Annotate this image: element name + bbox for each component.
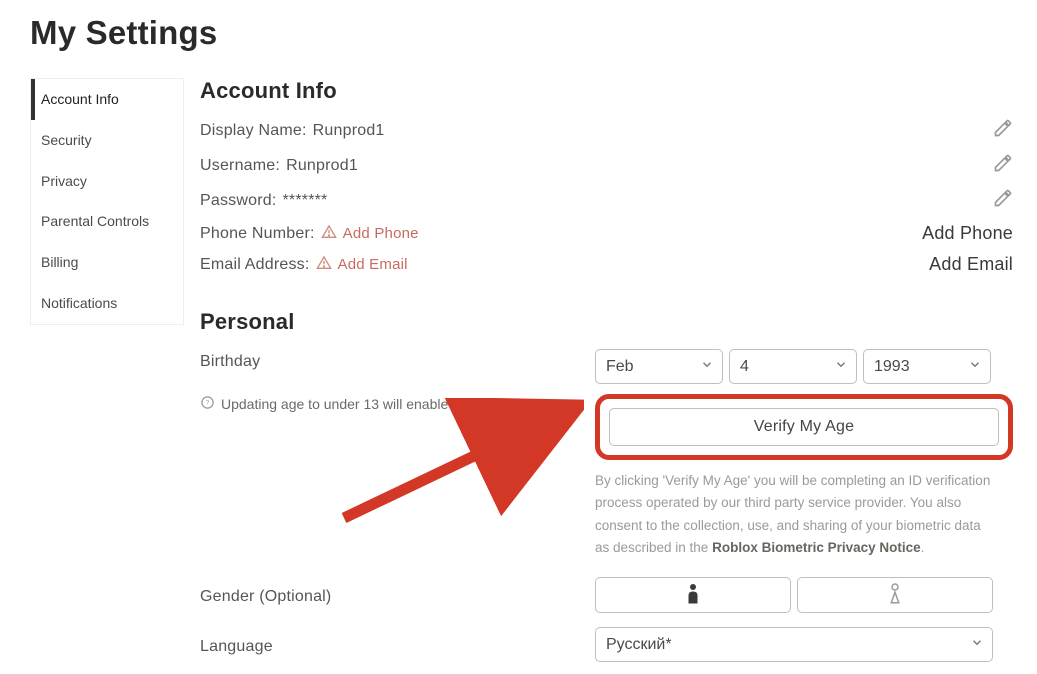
username-value: Runprod1	[286, 157, 358, 175]
add-phone-button[interactable]: Add Phone	[922, 223, 1013, 244]
gender-row: Gender (Optional)	[200, 577, 1013, 613]
verify-age-highlight: Verify My Age	[595, 394, 1013, 460]
sidebar-item-notifications[interactable]: Notifications	[31, 283, 183, 324]
female-icon	[886, 582, 904, 609]
warning-icon	[316, 255, 332, 275]
birthday-label: Birthday	[200, 349, 595, 371]
age-notice-text: Updating age to under 13 will enable Pri…	[221, 396, 541, 412]
sidebar-item-privacy[interactable]: Privacy	[31, 161, 183, 202]
birthday-day-value: 4	[740, 358, 749, 376]
gender-buttons	[595, 577, 993, 613]
birthday-row: Birthday ? Updating age to under 13 will…	[200, 349, 1013, 559]
phone-label: Phone Number:	[200, 225, 315, 243]
gender-male-button[interactable]	[595, 577, 791, 613]
personal-heading: Personal	[200, 309, 1013, 335]
biometric-privacy-notice-link[interactable]: Roblox Biometric Privacy Notice	[712, 540, 921, 555]
password-label: Password:	[200, 192, 277, 210]
add-phone-link-text: Add Phone	[343, 225, 419, 242]
edit-password-icon[interactable]	[993, 188, 1013, 213]
info-icon: ?	[200, 395, 215, 413]
birthday-selects: Feb 4 1993	[595, 349, 1013, 384]
main-content: Account Info Display Name: Runprod1 User…	[184, 78, 1037, 674]
settings-sidebar: Account Info Security Privacy Parental C…	[30, 78, 184, 325]
chevron-down-icon	[968, 357, 982, 376]
birthday-day-select[interactable]: 4	[729, 349, 857, 384]
gender-female-button[interactable]	[797, 577, 993, 613]
svg-text:?: ?	[206, 399, 210, 406]
chevron-down-icon	[700, 357, 714, 376]
birthday-month-value: Feb	[606, 358, 634, 376]
sidebar-item-security[interactable]: Security	[31, 120, 183, 161]
birthday-year-value: 1993	[874, 358, 910, 376]
add-email-link-text: Add Email	[338, 256, 408, 273]
email-row: Email Address: Add Email Add Email	[200, 254, 1013, 275]
add-email-link[interactable]: Add Email	[316, 255, 408, 275]
sidebar-item-billing[interactable]: Billing	[31, 242, 183, 283]
male-icon	[684, 582, 702, 609]
sidebar-item-parental-controls[interactable]: Parental Controls	[31, 201, 183, 242]
password-row: Password: *******	[200, 188, 1013, 213]
verify-my-age-button[interactable]: Verify My Age	[609, 408, 999, 446]
age-notice: ? Updating age to under 13 will enable P…	[200, 395, 595, 413]
verify-disclaimer: By clicking 'Verify My Age' you will be …	[595, 470, 993, 559]
disclaimer-part2: .	[921, 540, 925, 555]
username-label: Username:	[200, 157, 280, 175]
birthday-month-select[interactable]: Feb	[595, 349, 723, 384]
settings-layout: Account Info Security Privacy Parental C…	[0, 78, 1037, 674]
birthday-year-select[interactable]: 1993	[863, 349, 991, 384]
display-name-value: Runprod1	[313, 122, 385, 140]
add-phone-link[interactable]: Add Phone	[321, 224, 419, 244]
username-row: Username: Runprod1	[200, 153, 1013, 178]
display-name-label: Display Name:	[200, 122, 307, 140]
phone-row: Phone Number: Add Phone Add Phone	[200, 223, 1013, 244]
edit-display-name-icon[interactable]	[993, 118, 1013, 143]
add-email-button[interactable]: Add Email	[929, 254, 1013, 275]
page-title: My Settings	[30, 14, 1037, 52]
display-name-row: Display Name: Runprod1	[200, 118, 1013, 143]
warning-icon	[321, 224, 337, 244]
chevron-down-icon	[834, 357, 848, 376]
password-value: *******	[283, 192, 328, 210]
email-label: Email Address:	[200, 256, 310, 274]
gender-label: Gender (Optional)	[200, 584, 595, 606]
account-info-heading: Account Info	[200, 78, 1013, 104]
sidebar-item-account-info[interactable]: Account Info	[31, 79, 183, 120]
birthday-right-column: Feb 4 1993	[595, 349, 1013, 559]
edit-username-icon[interactable]	[993, 153, 1013, 178]
